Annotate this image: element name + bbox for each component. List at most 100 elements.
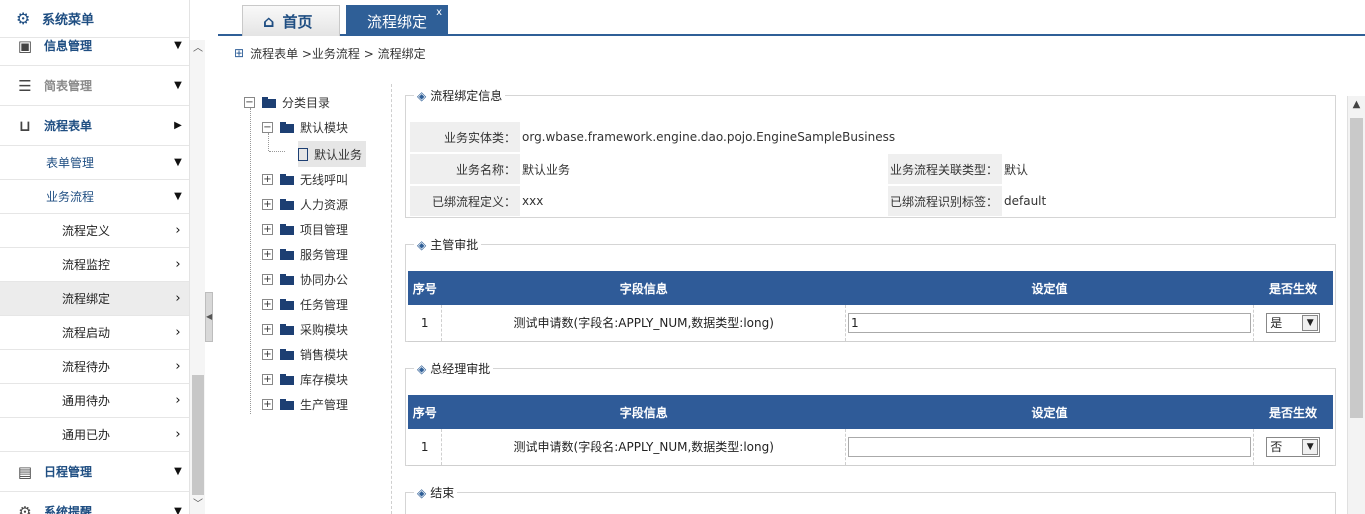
tree-node[interactable]: + 无线呼叫 [262, 169, 348, 189]
expand-icon[interactable]: + [262, 298, 273, 310]
sidebar-item-common-done[interactable]: 通用已办 › [0, 418, 189, 452]
flow-def-row: 已绑流程定义： xxx [410, 186, 543, 216]
tree-line [269, 151, 285, 152]
scroll-up-icon[interactable]: ︿ [190, 40, 206, 58]
sidebar-item-simple-table[interactable]: ☰ 简表管理 ▼ [0, 66, 189, 106]
row-effective-cell: 否 ▼ [1253, 429, 1333, 466]
flow-tag-value: default [1004, 194, 1047, 208]
tab-home[interactable]: ⌂ 首页 [242, 5, 340, 36]
tree-node[interactable]: + 采购模块 [262, 319, 348, 339]
sidebar-item-label: 流程监控 [62, 258, 111, 272]
effective-select[interactable]: 否 ▼ [1266, 436, 1321, 457]
sidebar-item-flow-form[interactable]: ⊔ 流程表单 ▶ [0, 106, 189, 146]
main-scrollbar[interactable]: ▲ [1347, 96, 1365, 514]
sidebar-item-system-remind[interactable]: ⚙ 系统提醒 ▼ [0, 492, 189, 514]
tree-node[interactable]: + 销售模块 [262, 344, 348, 364]
sidebar-item-label: 流程定义 [62, 224, 111, 238]
tab-flow-bind[interactable]: 流程绑定 x [346, 5, 448, 36]
sidebar-item-business-flow[interactable]: 业务流程 ▼ [0, 180, 189, 214]
chevron-down-icon: ▼ [1302, 438, 1319, 455]
value-input[interactable] [848, 312, 1252, 333]
binding-info-panel: ◈ 流程绑定信息 业务实体类： org.wbase.framework.engi… [405, 87, 1336, 218]
folder-icon [280, 173, 294, 185]
column-header-effective: 是否生效 [1253, 271, 1333, 305]
tree-node-label: 生产管理 [300, 397, 349, 412]
sidebar-item-form-manage[interactable]: 表单管理 ▼ [0, 146, 189, 180]
sidebar-item-flow-bind[interactable]: 流程绑定 › [0, 282, 189, 316]
grid-icon: ⊞ [234, 46, 245, 60]
main-scroll-thumb[interactable] [1350, 118, 1363, 418]
sidebar-item-label: 简表管理 [44, 79, 93, 93]
folder-icon [280, 373, 294, 385]
panel-legend: ◈ 结束 [414, 484, 458, 501]
expand-icon[interactable]: + [262, 173, 273, 185]
effective-select-value: 是 [1270, 316, 1283, 331]
value-input[interactable] [848, 436, 1252, 457]
name-row: 业务名称： 默认业务 [410, 154, 570, 184]
tree-node[interactable]: + 库存模块 [262, 369, 348, 389]
row-effective-cell: 是 ▼ [1253, 305, 1333, 342]
sidebar-item-label: 流程启动 [62, 326, 111, 340]
tab-home-label: 首页 [282, 12, 313, 31]
column-header-field: 字段信息 [441, 271, 847, 305]
entity-row: 业务实体类： org.wbase.framework.engine.dao.po… [410, 122, 895, 152]
sidebar-collapse-handle[interactable]: ◀ [205, 292, 213, 342]
sidebar-item-flow-define[interactable]: 流程定义 › [0, 214, 189, 248]
expand-icon[interactable]: + [262, 198, 273, 210]
expand-icon[interactable]: + [262, 248, 273, 260]
sidebar-item-flow-start[interactable]: 流程启动 › [0, 316, 189, 350]
sidebar-scroll-thumb[interactable] [192, 375, 204, 495]
tree-node[interactable]: + 生产管理 [262, 394, 348, 414]
chevron-left-icon: ◀ [206, 312, 213, 321]
layers-icon: ◈ [417, 485, 427, 500]
tree-node-root[interactable]: − 分类目录 [244, 92, 330, 112]
name-label: 业务名称： [410, 154, 520, 184]
tree-node-label: 协同办公 [300, 272, 349, 287]
chevron-down-icon: ▼ [174, 506, 182, 514]
folder-icon [280, 121, 294, 133]
sidebar-item-label: 表单管理 [46, 156, 95, 170]
sidebar-item-flow-todo[interactable]: 流程待办 › [0, 350, 189, 384]
tree-node-default-module[interactable]: − 默认模块 [262, 117, 348, 137]
breadcrumb: ⊞ 流程表单 >业务流程 > 流程绑定 [234, 44, 426, 62]
tree-node-default-business[interactable]: 默认业务 [298, 141, 367, 167]
sidebar-item-schedule[interactable]: ▤ 日程管理 ▼ [0, 452, 189, 492]
chevron-down-icon: ▼ [1302, 314, 1319, 331]
table-header-row: 序号 字段信息 设定值 是否生效 [408, 395, 1333, 429]
collapse-icon[interactable]: − [244, 96, 255, 108]
collapse-icon[interactable]: − [262, 121, 273, 133]
chevron-right-icon: › [175, 223, 181, 238]
gm-approval-panel: ◈ 总经理审批 序号 字段信息 设定值 是否生效 1 测试申请数(字段名:APP… [405, 360, 1336, 466]
inbox-icon: ⊔ [19, 116, 31, 135]
expand-icon[interactable]: + [262, 398, 273, 410]
entity-label: 业务实体类： [410, 122, 520, 152]
panel-legend: ◈ 主管审批 [414, 236, 482, 253]
field-table: 序号 字段信息 设定值 是否生效 1 测试申请数(字段名:APPLY_NUM,数… [408, 395, 1333, 466]
list-icon: ☰ [18, 76, 32, 95]
tree-node-label: 默认模块 [300, 120, 349, 135]
home-icon: ⌂ [263, 11, 275, 31]
tree-node[interactable]: + 服务管理 [262, 244, 348, 264]
expand-icon[interactable]: + [262, 348, 273, 360]
tree-node[interactable]: + 任务管理 [262, 294, 348, 314]
tab-bar: ⌂ 首页 流程绑定 x [218, 0, 1365, 36]
expand-icon[interactable]: + [262, 373, 273, 385]
relation-value: 默认 [1004, 162, 1029, 177]
tree-node[interactable]: + 人力资源 [262, 194, 348, 214]
tree-node[interactable]: + 协同办公 [262, 269, 348, 289]
expand-icon[interactable]: + [262, 323, 273, 335]
expand-icon[interactable]: + [262, 273, 273, 285]
scroll-up-icon[interactable]: ▲ [1348, 96, 1365, 114]
close-icon[interactable]: x [436, 7, 442, 18]
scroll-down-icon[interactable]: ﹀ [190, 496, 206, 514]
sidebar-menu: ▣ 信息管理 ▼ ☰ 简表管理 ▼ ⊔ 流程表单 ▶ 表单管理 ▼ 业务流程 ▼… [0, 26, 189, 514]
folder-icon [280, 273, 294, 285]
expand-icon[interactable]: + [262, 223, 273, 235]
gear-icon: ⚙ [16, 8, 31, 28]
effective-select[interactable]: 是 ▼ [1266, 312, 1321, 333]
sidebar-item-common-todo[interactable]: 通用待办 › [0, 384, 189, 418]
tree-node[interactable]: + 项目管理 [262, 219, 348, 239]
sidebar-item-flow-monitor[interactable]: 流程监控 › [0, 248, 189, 282]
sidebar-scrollbar[interactable]: ︿ ﹀ [189, 40, 205, 514]
sidebar-item-info[interactable]: ▣ 信息管理 ▼ [0, 26, 189, 66]
